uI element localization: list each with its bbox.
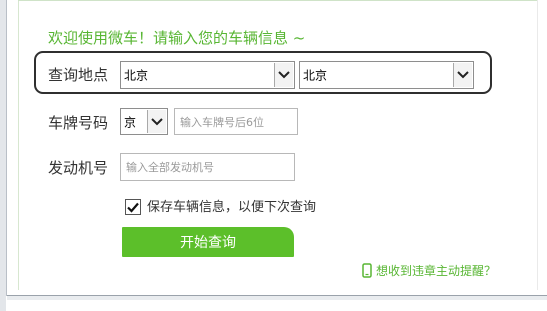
reminder-link[interactable]: 想收到违章主动提醒？ [362, 262, 496, 278]
engine-number-input[interactable]: 输入全部发动机号 [120, 153, 295, 181]
chevron-down-icon[interactable] [147, 110, 166, 133]
save-info-checkbox[interactable] [125, 199, 141, 215]
plate-label: 车牌号码 [48, 114, 109, 132]
location-label: 查询地点 [48, 66, 109, 84]
panel-left-border [18, 0, 19, 290]
engine-label: 发动机号 [48, 159, 109, 177]
province-select-value: 北京 [124, 68, 149, 83]
plate-prefix-select[interactable]: 京 [120, 108, 168, 135]
province-select[interactable]: 北京 [120, 61, 295, 89]
city-select[interactable]: 北京 [299, 61, 474, 89]
phone-icon [362, 262, 372, 278]
plate-prefix-value: 京 [124, 115, 137, 129]
checkmark-icon [127, 202, 139, 213]
plate-number-placeholder: 输入车牌号后6位 [180, 115, 264, 129]
chevron-down-icon[interactable] [274, 63, 293, 87]
save-info-label[interactable]: 保存车辆信息，以便下次查询 [147, 196, 316, 215]
engine-number-placeholder: 输入全部发动机号 [126, 161, 214, 174]
plate-number-input[interactable]: 输入车牌号后6位 [174, 108, 298, 135]
reminder-link-text[interactable]: 想收到违章主动提醒？ [376, 262, 496, 279]
city-select-value: 北京 [303, 68, 328, 83]
start-search-button[interactable]: 开始查询 [122, 227, 294, 257]
panel-top-border [18, 0, 547, 8]
window-left-border [6, 0, 7, 296]
panel-right-edge [537, 0, 547, 290]
welcome-message: 欢迎使用微车！请输入您的车辆信息 ~ [48, 29, 306, 47]
chevron-down-icon[interactable] [453, 63, 472, 87]
window-bottom-shadow [7, 296, 547, 300]
